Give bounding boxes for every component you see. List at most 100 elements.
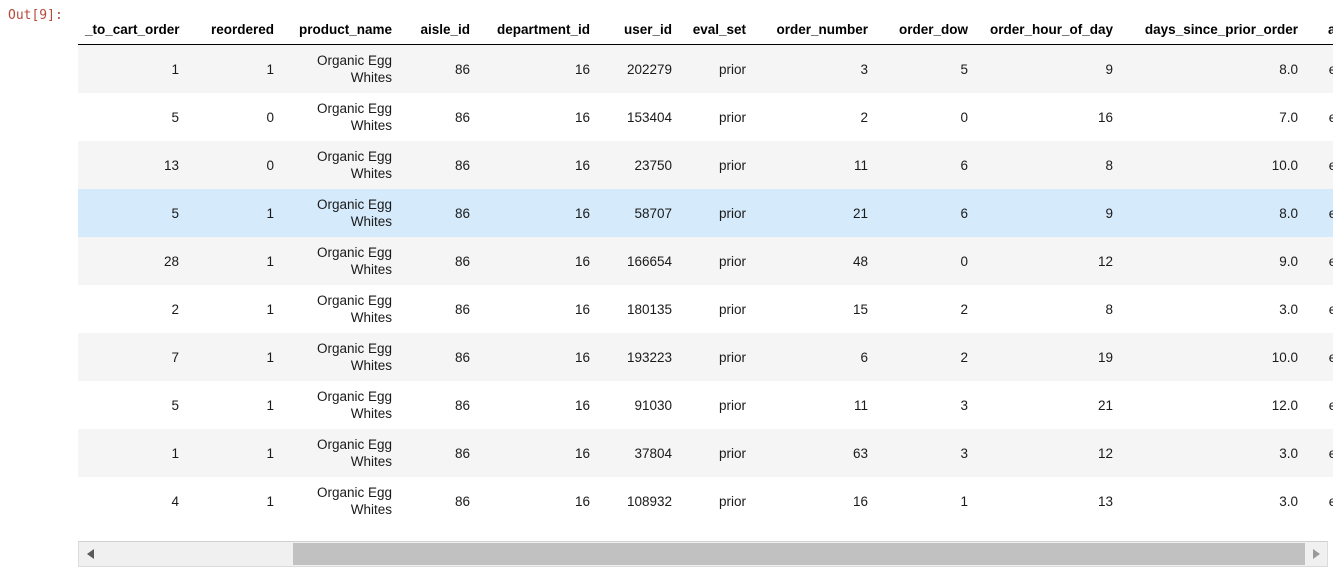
cell-add-to-cart-order: 7 (171, 349, 179, 365)
cell-eval-set: prior (718, 109, 746, 125)
scrollbar-thumb[interactable] (293, 543, 1305, 565)
cell-order-hour-of-day: 16 (1097, 109, 1113, 125)
cell-add-to-cart-order: 28 (163, 253, 179, 269)
table-row[interactable]: 7 1 Organic Egg Whites 86 16 193223 prior 6 2 19 1… (78, 333, 1333, 381)
column-header-order-dow[interactable]: order_dow (876, 22, 976, 45)
dataframe-scroll-viewport[interactable]: _to_cart_order reordered product_name ai… (78, 22, 1333, 538)
cell-department-id: 16 (574, 205, 590, 221)
cell-order-dow: 2 (960, 301, 968, 317)
cell-days-since-prior-order: 3.0 (1279, 301, 1298, 317)
cell-days-since-prior-order: 8.0 (1279, 205, 1298, 221)
table-row[interactable]: 1 1 Organic Egg Whites 86 16 202279 prior 3 5 9 8.… (78, 44, 1333, 93)
scroll-right-button[interactable] (1305, 542, 1327, 566)
cell-aisle-id: 86 (454, 157, 470, 173)
cell-order-dow: 0 (960, 253, 968, 269)
cell-days-since-prior-order: 3.0 (1279, 445, 1298, 461)
cell-reordered: 1 (266, 301, 274, 317)
cell-aisle: eggs (1328, 445, 1333, 461)
cell-eval-set: prior (718, 445, 746, 461)
cell-product-name: Organic Egg Whites (316, 389, 392, 421)
column-header-days-since-prior-order[interactable]: days_since_prior_order (1121, 22, 1306, 45)
table-row[interactable]: 2 1 Organic Egg Whites 86 16 180135 prior 15 2 8 3… (78, 285, 1333, 333)
cell-user-id: 91030 (634, 397, 672, 413)
cell-order-dow: 1 (960, 493, 968, 509)
table-row[interactable]: 28 1 Organic Egg Whites 86 16 166654 prior 48 0 1… (78, 237, 1333, 285)
table-header-row: _to_cart_order reordered product_name ai… (78, 22, 1333, 45)
cell-reordered: 0 (266, 109, 274, 125)
cell-order-dow: 3 (960, 397, 968, 413)
cell-user-id: 23750 (634, 157, 672, 173)
cell-order-number: 11 (853, 397, 868, 413)
table-row[interactable]: 13 0 Organic Egg Whites 86 16 23750 prior 11 6 8 1… (78, 141, 1333, 189)
scroll-left-button[interactable] (79, 542, 101, 566)
cell-eval-set: prior (718, 301, 746, 317)
cell-user-id: 58707 (634, 205, 672, 221)
cell-order-hour-of-day: 13 (1097, 493, 1113, 509)
column-header-reordered[interactable]: reordered (187, 22, 282, 45)
cell-order-number: 3 (860, 61, 868, 77)
horizontal-scrollbar[interactable] (78, 541, 1328, 567)
cell-reordered: 1 (266, 349, 274, 365)
cell-order-hour-of-day: 12 (1097, 445, 1113, 461)
cell-reordered: 1 (266, 493, 274, 509)
cell-user-id: 202279 (626, 61, 672, 77)
cell-aisle: eggs (1328, 493, 1333, 509)
cell-department-id: 16 (574, 301, 590, 317)
column-header-order-hour-of-day[interactable]: order_hour_of_day (976, 22, 1121, 45)
cell-aisle: eggs (1328, 61, 1333, 77)
table-header: _to_cart_order reordered product_name ai… (78, 22, 1333, 45)
cell-add-to-cart-order: 2 (171, 301, 179, 317)
table-row[interactable]: 5 1 Organic Egg Whites 86 16 58707 prior 21 6 9 8.… (78, 189, 1333, 237)
column-header-eval-set[interactable]: eval_set (680, 22, 754, 45)
table-row[interactable]: 5 1 Organic Egg Whites 86 16 91030 prior 11 3 21 1… (78, 381, 1333, 429)
cell-order-dow: 6 (960, 157, 968, 173)
column-header-department-id[interactable]: department_id (478, 22, 598, 45)
cell-reordered: 0 (266, 157, 274, 173)
table-row[interactable]: 5 0 Organic Egg Whites 86 16 153404 prior 2 0 16 7… (78, 93, 1333, 141)
cell-department-id: 16 (574, 61, 590, 77)
cell-order-hour-of-day: 8 (1105, 301, 1113, 317)
cell-product-name: Organic Egg Whites (316, 485, 392, 517)
column-header-aisle-id[interactable]: aisle_id (400, 22, 478, 45)
cell-aisle: eggs (1328, 253, 1333, 269)
cell-product-name: Organic Egg Whites (316, 437, 392, 469)
table-row[interactable]: 1 1 Organic Egg Whites 86 16 37804 prior 63 3 12 3… (78, 429, 1333, 477)
cell-days-since-prior-order: 8.0 (1279, 61, 1298, 77)
dataframe-output-area: _to_cart_order reordered product_name ai… (78, 22, 1333, 570)
cell-add-to-cart-order: 5 (171, 205, 179, 221)
cell-user-id: 153404 (626, 109, 672, 125)
cell-order-hour-of-day: 19 (1097, 349, 1113, 365)
column-header-product-name[interactable]: product_name (282, 22, 400, 45)
table-body: 1 1 Organic Egg Whites 86 16 202279 prior 3 5 9 8.… (78, 44, 1333, 525)
cell-user-id: 166654 (626, 253, 672, 269)
cell-add-to-cart-order: 1 (171, 61, 179, 77)
cell-product-name: Organic Egg Whites (316, 293, 392, 325)
cell-aisle: eggs (1328, 205, 1333, 221)
cell-user-id: 108932 (626, 493, 672, 509)
cell-aisle-id: 86 (454, 397, 470, 413)
cell-eval-set: prior (718, 205, 746, 221)
column-header-aisle[interactable]: aisle (1306, 22, 1333, 45)
column-header-user-id[interactable]: user_id (598, 22, 680, 45)
scrollbar-track[interactable] (101, 542, 1305, 566)
cell-order-dow: 5 (960, 61, 968, 77)
column-header-order-number[interactable]: order_number (754, 22, 876, 45)
cell-user-id: 180135 (626, 301, 672, 317)
cell-reordered: 1 (266, 61, 274, 77)
cell-add-to-cart-order: 13 (163, 157, 179, 173)
column-header-add-to-cart-order[interactable]: _to_cart_order (78, 22, 187, 45)
arrow-right-icon (1312, 549, 1320, 559)
cell-product-name: Organic Egg Whites (316, 149, 392, 181)
cell-order-hour-of-day: 9 (1105, 61, 1113, 77)
cell-order-dow: 0 (960, 109, 968, 125)
cell-order-dow: 2 (960, 349, 968, 365)
cell-days-since-prior-order: 12.0 (1271, 397, 1298, 413)
cell-add-to-cart-order: 5 (171, 109, 179, 125)
cell-aisle: eggs (1328, 157, 1333, 173)
cell-eval-set: prior (718, 349, 746, 365)
cell-department-id: 16 (574, 493, 590, 509)
cell-reordered: 1 (266, 445, 274, 461)
table-row[interactable]: 4 1 Organic Egg Whites 86 16 108932 prior 16 1 13… (78, 477, 1333, 525)
cell-eval-set: prior (718, 493, 746, 509)
cell-order-number: 6 (860, 349, 868, 365)
